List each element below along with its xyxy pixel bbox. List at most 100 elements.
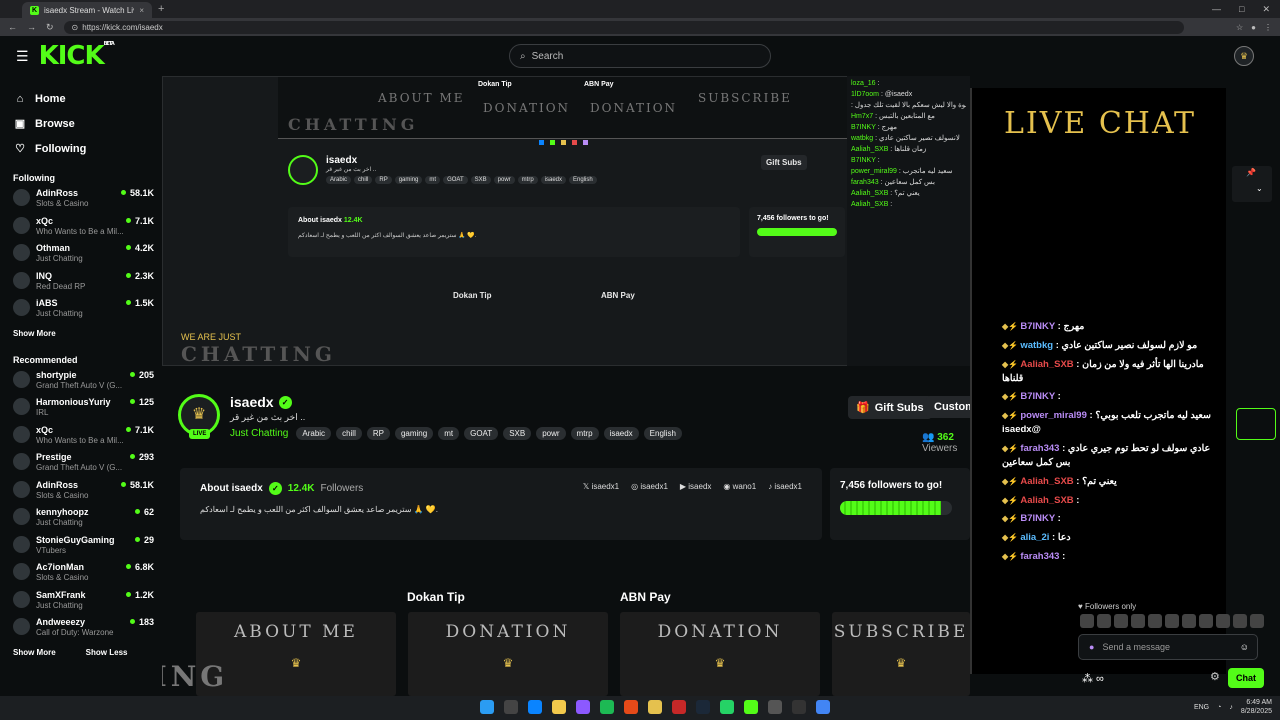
x-link[interactable]: 𝕏 isaedx1	[583, 482, 619, 491]
stream-tag[interactable]: English	[643, 427, 682, 440]
spotify-icon[interactable]	[600, 700, 614, 714]
show-less-button[interactable]: Show Less	[86, 644, 128, 662]
maximize-icon[interactable]: □	[1239, 4, 1244, 15]
chat-username[interactable]: B7INKY	[1020, 321, 1055, 332]
chat-username[interactable]: farah343	[1020, 551, 1059, 562]
panel-abn-pay[interactable]: DONATION ♛	[620, 612, 820, 696]
clock[interactable]: 6:49 AM 8/28/2025	[1241, 698, 1272, 716]
app-icon[interactable]	[648, 700, 662, 714]
sidebar-channel-item[interactable]: Othman Just Chatting 4.2K	[0, 242, 162, 270]
menu-dots-icon[interactable]: ⋮	[1264, 23, 1272, 32]
sidebar-channel-item[interactable]: shortypie Grand Theft Auto V (G... 205	[0, 369, 162, 397]
tiktok-link[interactable]: ♪ isaedx1	[768, 482, 802, 491]
nav-browse[interactable]: ▣ Browse	[14, 111, 162, 136]
stream-category-link[interactable]: Just Chatting	[230, 428, 288, 439]
sidebar-channel-item[interactable]: Andweeezy Call of Duty: Warzone 183	[0, 616, 162, 644]
site-info-icon[interactable]: ⊙	[72, 23, 79, 32]
stream-tag[interactable]: SXB	[503, 427, 532, 440]
streamer-avatar[interactable]: ♛ LIVE	[178, 394, 220, 439]
bookmark-star-icon[interactable]: ☆	[1236, 23, 1243, 32]
stream-tag[interactable]: mt	[438, 427, 460, 440]
kick-logo[interactable]: KICKBETA	[39, 41, 115, 71]
close-window-icon[interactable]: ✕	[1262, 4, 1270, 15]
nav-home[interactable]: ⌂ Home	[14, 86, 162, 111]
video-player[interactable]: Dokan Tip ABN Pay ABOUT ME DONATION DONA…	[162, 76, 970, 366]
windows-start-icon[interactable]	[480, 700, 494, 714]
custom-button[interactable]: Custom	[926, 396, 970, 418]
whatsapp-icon[interactable]	[720, 700, 734, 714]
stream-tag[interactable]: Arabic	[296, 427, 332, 440]
sidebar-channel-item[interactable]: AdinRoss Slots & Casino 58.1K	[0, 479, 162, 507]
minimize-icon[interactable]: —	[1212, 4, 1221, 15]
app-icon[interactable]	[768, 700, 782, 714]
chat-send-button[interactable]: Chat	[1228, 668, 1264, 688]
new-tab-button[interactable]: +	[158, 3, 164, 15]
close-tab-icon[interactable]: ×	[139, 6, 144, 15]
url-field[interactable]: ⊙ https://kick.com/isaedx	[63, 20, 1184, 34]
sidebar-channel-item[interactable]: HarmoniousYuriy IRL 125	[0, 396, 162, 424]
stream-tag[interactable]: gaming	[394, 427, 434, 440]
chat-username[interactable]: farah343	[1020, 443, 1059, 454]
stream-tag[interactable]: powr	[536, 427, 566, 440]
chat-username[interactable]: Aaliah_SXB	[1020, 359, 1073, 370]
forward-icon[interactable]: →	[27, 22, 36, 33]
chat-username[interactable]: watbkg	[1020, 340, 1053, 351]
app-icon[interactable]	[792, 700, 806, 714]
chrome-icon[interactable]	[816, 700, 830, 714]
profile-icon[interactable]: ●	[1251, 23, 1256, 32]
stream-tag[interactable]: mtrp	[570, 427, 599, 440]
panel-dokan-tip[interactable]: DONATION ♛	[408, 612, 608, 696]
sidebar-channel-item[interactable]: SamXFrank Just Chatting 1.2K	[0, 589, 162, 617]
send-message-input[interactable]: ● Send a message ☺	[1078, 634, 1258, 660]
wifi-icon[interactable]: ◔	[1217, 704, 1221, 711]
sidebar-channel-item[interactable]: xQc Who Wants to Be a Mil... 7.1K	[0, 424, 162, 452]
kick-icon[interactable]	[744, 700, 758, 714]
chevron-down-icon[interactable]: ⌄	[1256, 184, 1263, 193]
browser-tab[interactable]: K isaedx Stream - Watch Live on Kick ×	[22, 2, 152, 18]
app-icon[interactable]	[576, 700, 590, 714]
sidebar-channel-item[interactable]: Prestige Grand Theft Auto V (G... 293	[0, 451, 162, 479]
chat-username[interactable]: alia_2i	[1020, 532, 1049, 543]
pin-icon[interactable]: 📌	[1246, 168, 1256, 177]
streamer-name[interactable]: isaedx	[230, 394, 274, 410]
steam-icon[interactable]	[696, 700, 710, 714]
sidebar-channel-item[interactable]: Ac7ionMan Slots & Casino 6.8K	[0, 561, 162, 589]
sidebar-channel-item[interactable]: iABS Just Chatting 1.5K	[0, 297, 162, 325]
stream-tag[interactable]: isaedx	[603, 427, 639, 440]
sidebar-channel-item[interactable]: kennyhoopz Just Chatting 62	[0, 506, 162, 534]
chat-tools-icon[interactable]: ⁂ ∞	[1082, 672, 1104, 685]
user-avatar[interactable]: ♛	[1234, 46, 1254, 66]
volume-icon[interactable]: ♪	[1229, 704, 1233, 711]
sidebar-channel-item[interactable]: INQ Red Dead RP 2.3K	[0, 270, 162, 298]
chat-username[interactable]: Aaliah_SXB	[1020, 495, 1073, 506]
search-input[interactable]: ⌕ Search	[509, 44, 771, 68]
hamburger-menu-icon[interactable]: ☰	[16, 48, 29, 65]
stream-tag[interactable]: GOAT	[464, 427, 499, 440]
panel-subscribe[interactable]: SUBSCRIBE ♛	[832, 612, 970, 696]
discord-link[interactable]: ◉ wano1	[723, 482, 756, 491]
search-icon[interactable]	[504, 700, 518, 714]
youtube-link[interactable]: ▶ isaedx	[680, 482, 712, 491]
edge-icon[interactable]	[528, 700, 542, 714]
chat-username[interactable]: B7INKY	[1020, 513, 1055, 524]
back-icon[interactable]: ←	[8, 22, 17, 33]
instagram-link[interactable]: ◎ isaedx1	[631, 482, 668, 491]
emoji-icon[interactable]: ☺	[1240, 642, 1249, 652]
app-icon[interactable]	[624, 700, 638, 714]
chat-username[interactable]: B7INKY	[1020, 391, 1055, 402]
reload-icon[interactable]: ↻	[46, 22, 54, 33]
sidebar-channel-item[interactable]: StonieGuyGaming VTubers 29	[0, 534, 162, 562]
gift-subs-button[interactable]: 🎁 Gift Subs	[848, 396, 932, 419]
sidebar-channel-item[interactable]: xQc Who Wants to Be a Mil... 7.1K	[0, 215, 162, 243]
stream-tag[interactable]: RP	[366, 427, 390, 440]
gear-icon[interactable]: ⚙	[1210, 670, 1220, 683]
microphone-icon[interactable]: ●	[1089, 642, 1094, 652]
show-more-recommended-button[interactable]: Show More	[13, 644, 56, 662]
nav-following[interactable]: ♡ Following	[14, 136, 162, 161]
lang-indicator[interactable]: ENG	[1194, 704, 1209, 711]
app-icon[interactable]	[672, 700, 686, 714]
chat-username[interactable]: Aaliah_SXB	[1020, 476, 1073, 487]
sidebar-channel-item[interactable]: AdinRoss Slots & Casino 58.1K	[0, 187, 162, 215]
chat-username[interactable]: power_miral99	[1020, 410, 1087, 421]
file-explorer-icon[interactable]	[552, 700, 566, 714]
